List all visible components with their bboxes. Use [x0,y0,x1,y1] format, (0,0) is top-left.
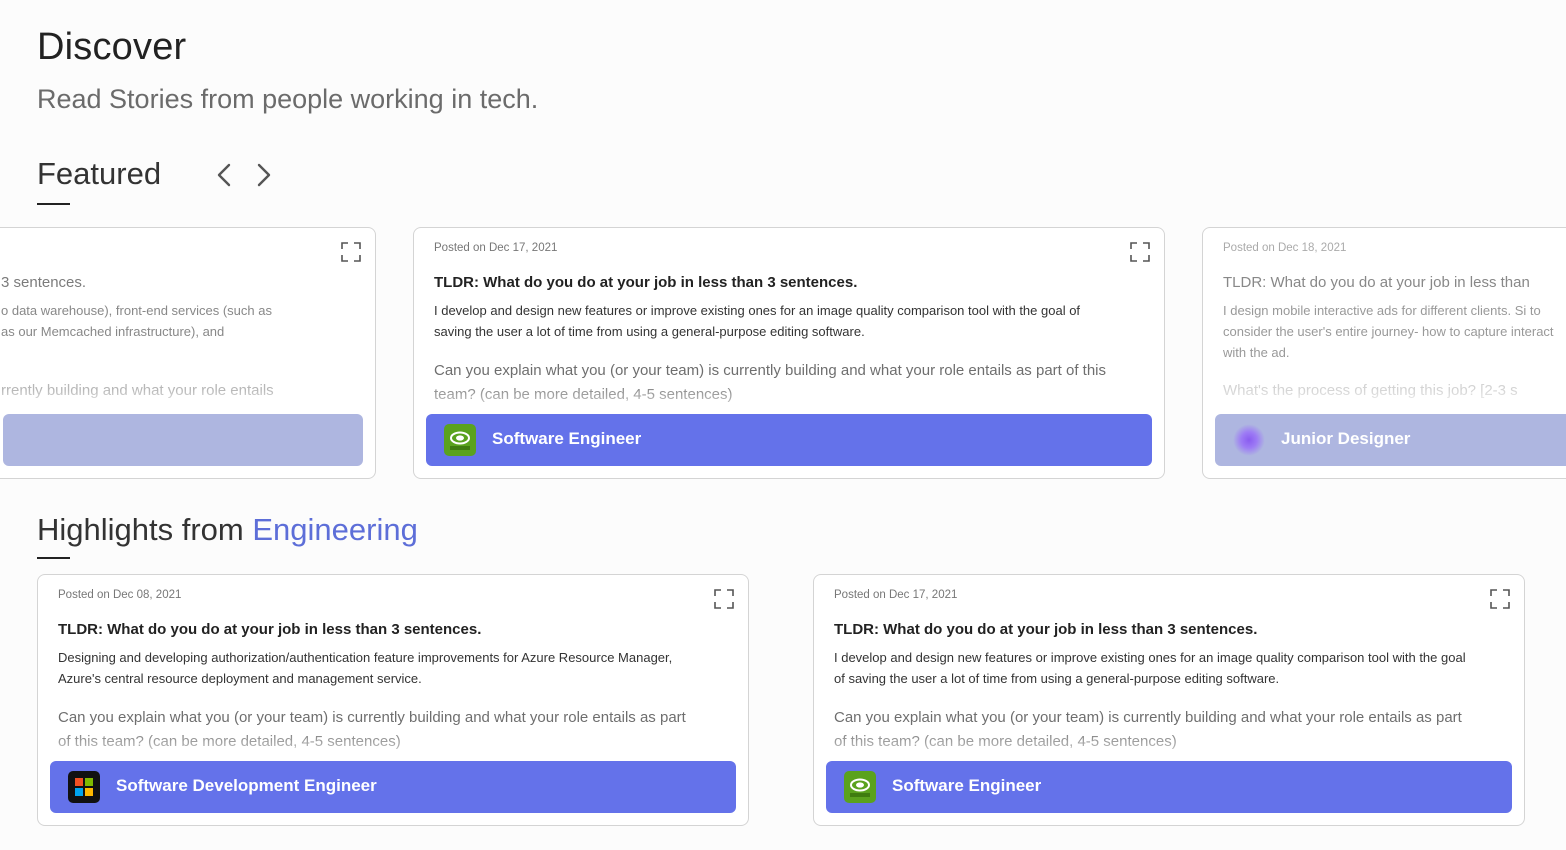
highlights-underline [37,557,70,559]
card-answer: I develop and design new features or imp… [834,650,1466,686]
expand-button[interactable] [714,589,734,609]
chevron-right-icon [257,163,271,187]
featured-card[interactable]: Posted on Dec 18, 2021 TLDR: What do you… [1202,227,1566,479]
expand-button[interactable] [1490,589,1510,609]
card-question-followup: Can you explain what you (or your team) … [834,709,1462,750]
company-logo [1233,424,1265,456]
featured-card[interactable]: Posted on Dec 17, 2021 TLDR: What do you… [413,227,1165,479]
role-bar[interactable] [3,414,363,466]
role-bar[interactable]: Software Engineer [826,761,1512,813]
role-label: Software Engineer [892,776,1042,795]
featured-heading: Featured [37,156,162,191]
role-label: Software Development Engineer [116,776,377,795]
role-bar[interactable]: Software Development Engineer [50,761,736,813]
expand-icon [1490,589,1510,609]
card-answer: I design mobile interactive ads for diff… [1223,303,1554,360]
page-subtitle: Read Stories from people working in tech… [37,84,539,114]
card-answer: o data warehouse), front-end services (s… [1,300,375,342]
card-answer-line: o data warehouse), front-end services (s… [1,303,272,318]
nvidia-logo [844,771,876,803]
featured-underline [37,203,70,205]
card-posted-date: Posted on Dec 08, 2021 [58,589,182,601]
card-question-followup: rrently building and what your role enta… [1,382,274,399]
role-bar[interactable]: Junior Designer [1215,414,1566,466]
expand-button[interactable] [1130,242,1150,262]
highlight-card[interactable]: Posted on Dec 17, 2021 TLDR: What do you… [813,574,1525,826]
highlight-card[interactable]: Posted on Dec 08, 2021 TLDR: What do you… [37,574,749,826]
card-posted-date: Posted on Dec 18, 2021 [1223,242,1347,254]
microsoft-logo [68,771,100,803]
card-posted-date: Posted on Dec 17, 2021 [834,589,958,601]
carousel-prev-button[interactable] [212,160,236,190]
card-answer: I develop and design new features or imp… [434,303,1081,339]
page-title: Discover [37,26,187,68]
expand-icon [714,589,734,609]
role-bar[interactable]: Software Engineer [426,414,1152,466]
highlights-category[interactable]: Engineering [252,512,417,547]
card-question-followup: Can you explain what you (or your team) … [434,362,1107,403]
highlights-heading-prefix: Highlights from [37,512,253,547]
card-answer-line: as our Memcached infrastructure), and [1,324,225,339]
expand-button[interactable] [341,242,361,262]
card-question-title: TLDR: What do you do at your job in less… [1223,274,1530,291]
nvidia-logo [444,424,476,456]
highlights-heading: Highlights from Engineering [37,512,418,548]
card-answer: Designing and developing authorization/a… [58,650,673,686]
expand-icon [341,242,361,262]
card-question-title: TLDR: What do you do at your job in less… [58,621,482,638]
card-question-followup: What's the process of getting this job? … [1223,382,1518,399]
card-posted-date: Posted on Dec 17, 2021 [434,242,558,254]
role-label: Software Engineer [492,429,642,448]
chevron-left-icon [217,163,231,187]
featured-card[interactable]: 3 sentences. o data warehouse), front-en… [0,227,376,479]
expand-icon [1130,242,1150,262]
card-question-followup: Can you explain what you (or your team) … [58,709,686,750]
card-question-title: TLDR: What do you do at your job in less… [834,621,1258,638]
carousel-next-button[interactable] [252,160,276,190]
card-question-title: TLDR: What do you do at your job in less… [434,274,858,291]
role-label: Junior Designer [1281,429,1411,448]
card-question-title: 3 sentences. [1,274,87,291]
